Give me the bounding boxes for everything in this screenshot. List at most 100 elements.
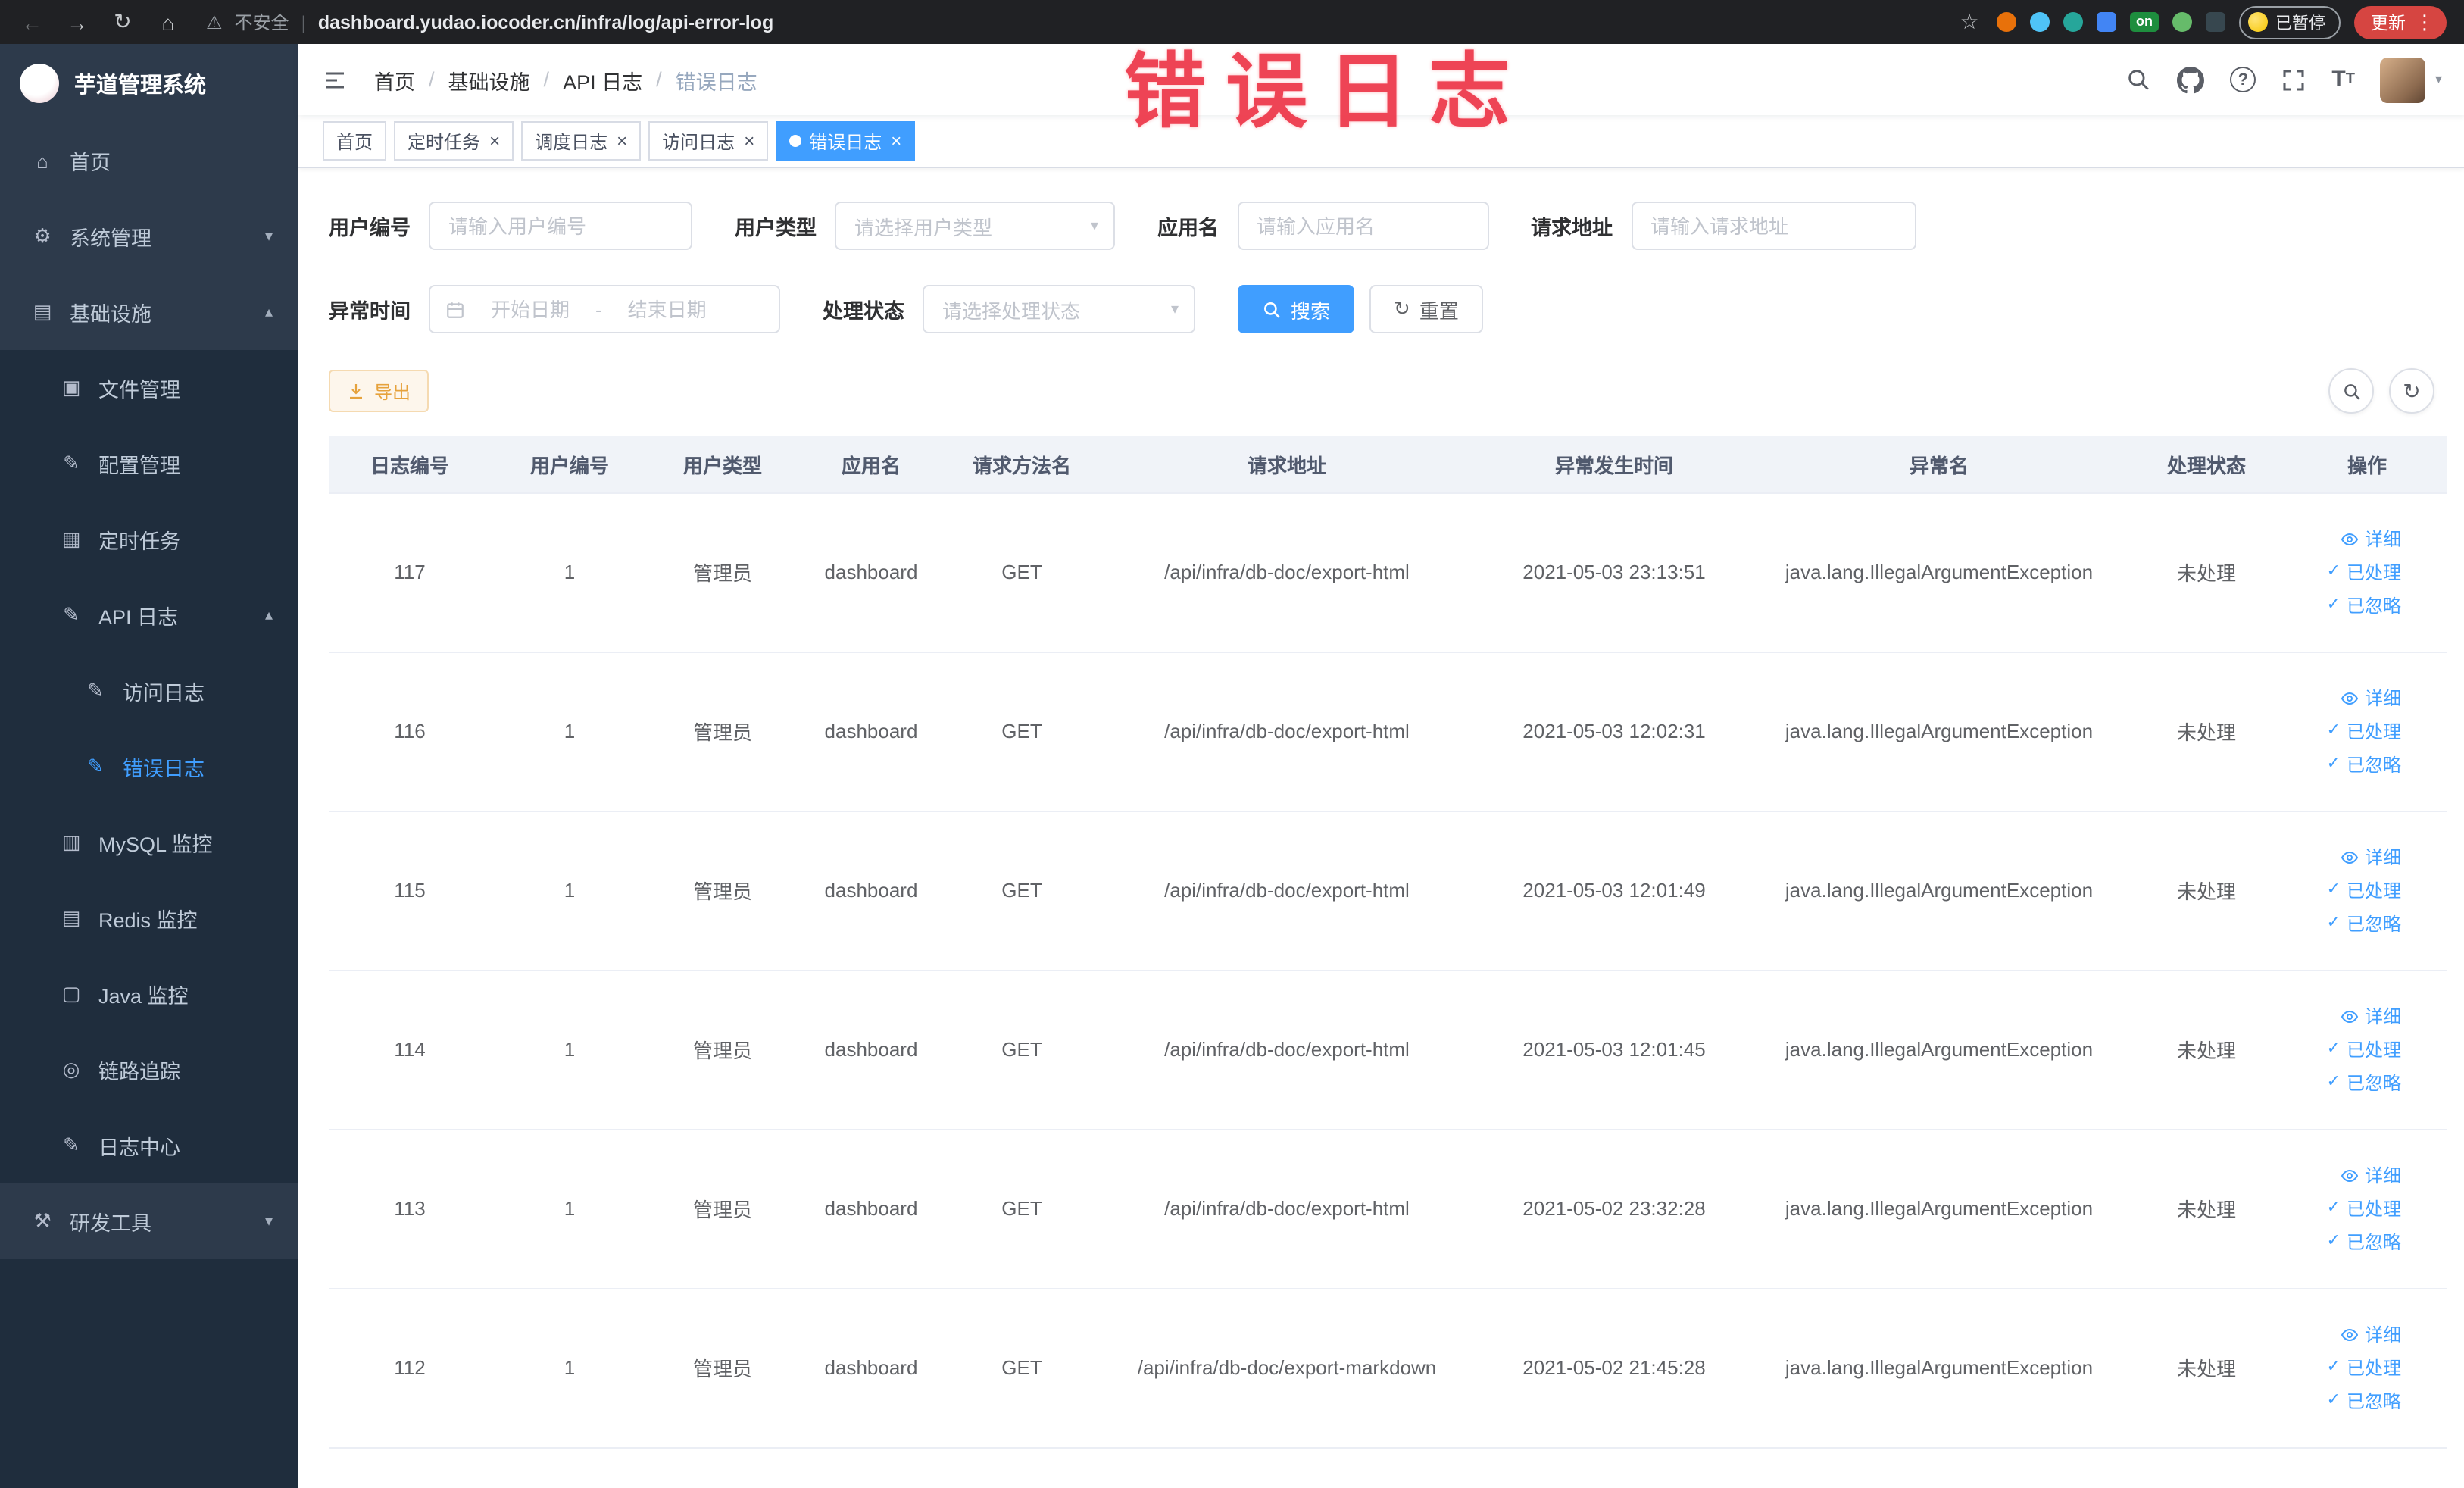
filter-row-2: 异常时间 - 处理状态 请选择处理状态 ▾ [329, 285, 2434, 333]
sidebar-item-config[interactable]: ✎ 配置管理 [0, 426, 298, 502]
cell-user-type: 管理员 [648, 492, 797, 652]
tab-access-log[interactable]: 访问日志 × [648, 121, 769, 161]
user-type-select[interactable]: 请选择用户类型 ▾ [835, 202, 1115, 250]
sidebar-item-mysql[interactable]: ▥ MySQL 监控 [0, 805, 298, 880]
cell-request-url: /api/infra/db-doc/export-html [1098, 970, 1476, 1130]
sidebar-item-access-log[interactable]: ✎ 访问日志 [0, 653, 298, 729]
sidebar-item-log-center[interactable]: ✎ 日志中心 [0, 1108, 298, 1183]
search-icon[interactable] [2125, 67, 2151, 92]
tab-error-log[interactable]: 错误日志 × [776, 121, 916, 161]
processed-link[interactable]: ✓ 已处理 [2294, 1033, 2401, 1066]
check-icon: ✓ [2326, 1391, 2341, 1409]
cell-method: GET [945, 1129, 1098, 1289]
sidebar-item-file[interactable]: ▣ 文件管理 [0, 350, 298, 426]
processed-link[interactable]: ✓ 已处理 [2294, 555, 2401, 589]
processed-link[interactable]: ✓ 已处理 [2294, 1351, 2401, 1384]
request-url-input[interactable] [1631, 202, 1916, 250]
forward-icon[interactable]: → [64, 10, 91, 34]
app-logo[interactable]: 芋道管理系统 [0, 44, 298, 123]
tab-home[interactable]: 首页 [323, 121, 387, 161]
refresh-table-button[interactable]: ↻ [2389, 368, 2434, 414]
cell-app-name: dashboard [797, 652, 945, 811]
hamburger-icon[interactable] [321, 66, 348, 93]
user-menu[interactable]: ▾ [2380, 57, 2442, 102]
download-icon [350, 384, 362, 399]
home-nav-icon[interactable]: ⌂ [155, 10, 182, 34]
extension-icon[interactable] [1997, 12, 2016, 32]
extension-icon[interactable] [2206, 12, 2225, 32]
kebab-menu-icon[interactable]: ⋮ [2415, 10, 2434, 34]
page-url[interactable]: dashboard.yudao.iocoder.cn/infra/log/api… [318, 11, 773, 33]
avatar[interactable] [2380, 57, 2426, 102]
filter-row-1: 用户编号 用户类型 请选择用户类型 ▾ 应用名 [329, 202, 2434, 250]
extension-icon[interactable] [2172, 12, 2192, 32]
detail-link[interactable]: 详细 [2294, 840, 2401, 874]
breadcrumb-item[interactable]: 首页 [374, 64, 415, 95]
sidebar-item-job[interactable]: ▦ 定时任务 [0, 502, 298, 577]
search-button[interactable]: 搜索 [1238, 285, 1355, 333]
processed-link[interactable]: ✓ 已处理 [2294, 714, 2401, 748]
ignored-link[interactable]: ✓ 已忽略 [2294, 589, 2401, 622]
extension-icon[interactable] [2097, 12, 2116, 32]
bookmark-star-icon[interactable]: ☆ [1956, 9, 1983, 35]
sidebar-item-home[interactable]: ⌂ 首页 [0, 123, 298, 199]
sidebar-item-error-log[interactable]: ✎ 错误日志 [0, 729, 298, 805]
detail-link[interactable]: 详细 [2294, 522, 2401, 555]
process-status-select[interactable]: 请选择处理状态 ▾ [923, 285, 1195, 333]
detail-link[interactable]: 详细 [2294, 681, 2401, 714]
close-icon[interactable]: × [489, 132, 500, 150]
user-id-input[interactable] [429, 202, 692, 250]
address-bar[interactable]: ⚠ 不安全 | dashboard.yudao.iocoder.cn/infra… [200, 9, 1938, 35]
sidebar-item-system[interactable]: ⚙ 系统管理 ▾ [0, 199, 298, 274]
paused-badge[interactable]: 已暂停 [2239, 5, 2341, 39]
toggle-search-button[interactable] [2328, 368, 2374, 414]
sidebar-item-java[interactable]: ▢ Java 监控 [0, 956, 298, 1032]
extension-icon[interactable] [2030, 12, 2050, 32]
filter-user-id: 用户编号 [329, 202, 692, 250]
cell-time: 2021-05-03 12:01:49 [1476, 811, 1753, 971]
processed-link[interactable]: ✓ 已处理 [2294, 1192, 2401, 1225]
end-date-input[interactable] [609, 296, 725, 322]
tab-schedule-log[interactable]: 调度日志 × [521, 121, 642, 161]
close-icon[interactable]: × [617, 132, 627, 150]
sidebar-item-dev-tools[interactable]: ⚒ 研发工具 ▾ [0, 1183, 298, 1259]
detail-link[interactable]: 详细 [2294, 1318, 2401, 1351]
export-button[interactable]: 导出 [329, 370, 429, 412]
ignored-link[interactable]: ✓ 已忽略 [2294, 748, 2401, 781]
ignored-link[interactable]: ✓ 已忽略 [2294, 1225, 2401, 1258]
help-icon[interactable]: ? [2230, 67, 2256, 92]
eye-icon [2341, 532, 2359, 545]
sidebar-item-api-log[interactable]: ✎ API 日志 ▴ [0, 577, 298, 653]
date-range-picker[interactable]: - [429, 285, 780, 333]
processed-link[interactable]: ✓ 已处理 [2294, 874, 2401, 907]
ignored-link[interactable]: ✓ 已忽略 [2294, 1066, 2401, 1099]
start-date-input[interactable] [473, 296, 588, 322]
cell-operations: 详细 ✓ 已处理 ✓ 已忽略 [2288, 811, 2447, 971]
sidebar-item-redis[interactable]: ▤ Redis 监控 [0, 880, 298, 956]
filter-buttons: 搜索 ↻ 重置 [1238, 285, 1483, 333]
back-icon[interactable]: ← [18, 10, 45, 34]
close-icon[interactable]: × [891, 132, 901, 150]
detail-link[interactable]: 详细 [2294, 999, 2401, 1033]
font-size-icon[interactable]: TT [2331, 67, 2355, 92]
close-icon[interactable]: × [744, 132, 754, 150]
fullscreen-icon[interactable] [2281, 67, 2306, 92]
reset-button[interactable]: ↻ 重置 [1369, 285, 1483, 333]
ignored-link[interactable]: ✓ 已忽略 [2294, 907, 2401, 940]
breadcrumb-item[interactable]: API 日志 [563, 64, 642, 95]
breadcrumb-item[interactable]: 基础设施 [448, 64, 530, 95]
extension-on-badge[interactable]: on [2130, 12, 2159, 32]
cell-operations: 详细 ✓ 已处理 ✓ 已忽略 [2288, 1129, 2447, 1289]
sidebar-item-trace[interactable]: ◎ 链路追踪 [0, 1032, 298, 1108]
app-name-input[interactable] [1237, 202, 1488, 250]
cell-user-type: 管理员 [648, 652, 797, 811]
extension-icon[interactable] [2063, 12, 2083, 32]
github-icon[interactable] [2177, 66, 2205, 93]
active-tab-dot [789, 135, 802, 147]
tab-job[interactable]: 定时任务 × [394, 121, 514, 161]
detail-link[interactable]: 详细 [2294, 1158, 2401, 1192]
update-button[interactable]: 更新 ⋮ [2354, 5, 2447, 39]
reload-icon[interactable]: ↻ [109, 9, 136, 35]
ignored-link[interactable]: ✓ 已忽略 [2294, 1384, 2401, 1418]
sidebar-item-infra[interactable]: ▤ 基础设施 ▴ [0, 274, 298, 350]
